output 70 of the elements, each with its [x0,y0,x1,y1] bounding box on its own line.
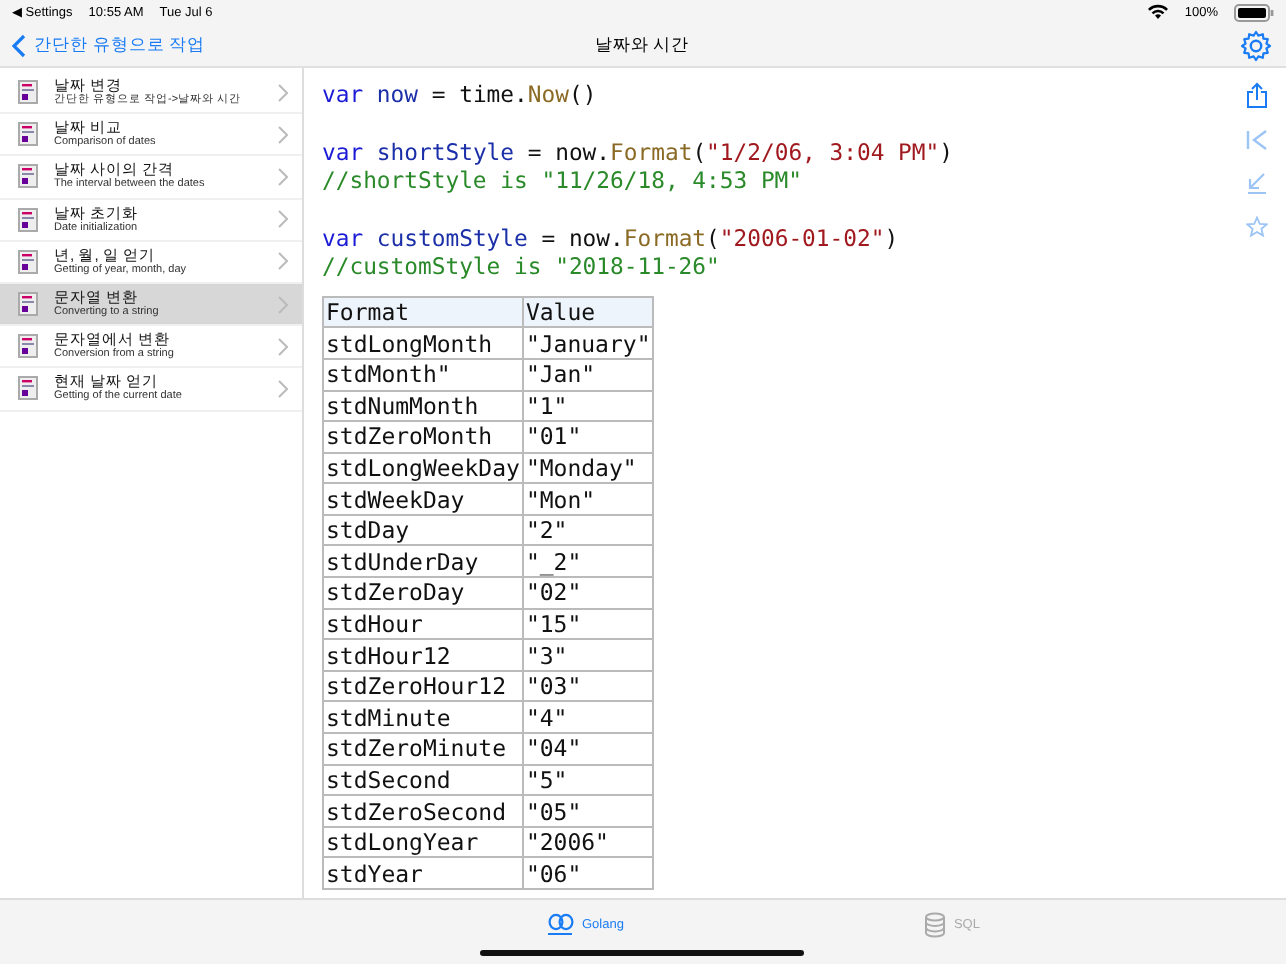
chevron-right-icon [278,337,288,356]
table-cell: "4" [522,701,654,734]
table-cell: "Monday" [522,452,654,484]
table-cell: "January" [522,327,654,359]
table-cell: "Jan" [522,358,654,391]
table-cell: "03" [522,670,654,702]
table-cell: stdZeroMonth [323,421,523,453]
table-cell: "02" [522,577,654,609]
table-cell: stdUnderDay [323,545,523,578]
chevron-right-icon [278,295,288,314]
table-cell: "05" [522,795,654,827]
battery-icon [1234,3,1274,21]
table-cell: "_2" [522,545,654,578]
table-cell: stdZeroMinute [323,733,523,765]
table-cell: stdHour [323,608,523,640]
document-icon [18,292,38,317]
document-icon [18,80,38,105]
document-icon [18,249,38,274]
document-icon [18,334,38,359]
table-cell: stdYear [323,857,523,890]
chevron-right-icon [278,252,288,271]
arrow-down-left-icon[interactable] [1245,172,1267,194]
document-icon [18,122,38,147]
table-header: Value [522,296,654,328]
star-icon[interactable] [1245,216,1267,238]
database-icon [923,912,946,938]
table-cell: "01" [522,421,654,453]
table-cell: stdLongWeekDay [323,452,523,484]
table-cell: stdZeroHour12 [323,670,523,702]
code-line: var shortStyle = now.Format("1/2/06, 3:04 PM") [322,137,955,167]
table-cell: "1" [522,390,654,422]
settings-icon[interactable] [1240,29,1272,61]
table-cell: "06" [522,857,654,890]
table-cell: "2" [522,514,654,546]
chevron-right-icon [278,379,288,398]
table-cell: stdLongMonth [323,327,523,359]
nav-title: 날짜와 시간 [594,33,690,57]
code-line: //shortStyle is "11/26/18, 4:53 PM" [322,166,805,196]
document-icon [18,164,38,189]
code-line: //customStyle is "2018-11-26" [322,252,722,282]
wifi-icon [1148,4,1169,20]
table-cell: stdMonth" [323,358,523,391]
table-cell: stdMinute [323,701,523,734]
code-line: var customStyle = now.Format("2006-01-02") [322,223,901,253]
table-cell: "04" [522,733,654,765]
table-cell: "Mon" [522,483,654,515]
chevron-right-icon [278,167,288,186]
table-cell: stdSecond [323,764,523,796]
chevron-right-icon [278,83,288,102]
table-cell: "5" [522,764,654,796]
back-button[interactable]: 간단한 유형으로 작업 [12,33,206,57]
table-cell: stdLongYear [323,826,523,858]
document-icon [18,376,38,401]
skip-back-icon[interactable] [1245,130,1267,150]
table-cell: stdZeroSecond [323,795,523,827]
table-cell: stdHour12 [323,639,523,671]
table-cell: stdNumMonth [323,390,523,422]
chevron-left-icon [12,33,26,57]
table-cell: "3" [522,639,654,671]
document-icon [18,207,38,232]
table-cell: "15" [522,608,654,640]
chevron-right-icon [278,210,288,229]
code-line: var now = time.Now() [322,80,599,109]
chevron-right-icon [278,125,288,144]
table-cell: stdDay [323,514,523,546]
share-icon[interactable] [1245,82,1267,108]
table-cell: stdWeekDay [323,483,523,515]
table-cell: "2006" [522,826,654,858]
table-cell: stdZeroDay [323,577,523,609]
table-header: Format [323,296,523,328]
